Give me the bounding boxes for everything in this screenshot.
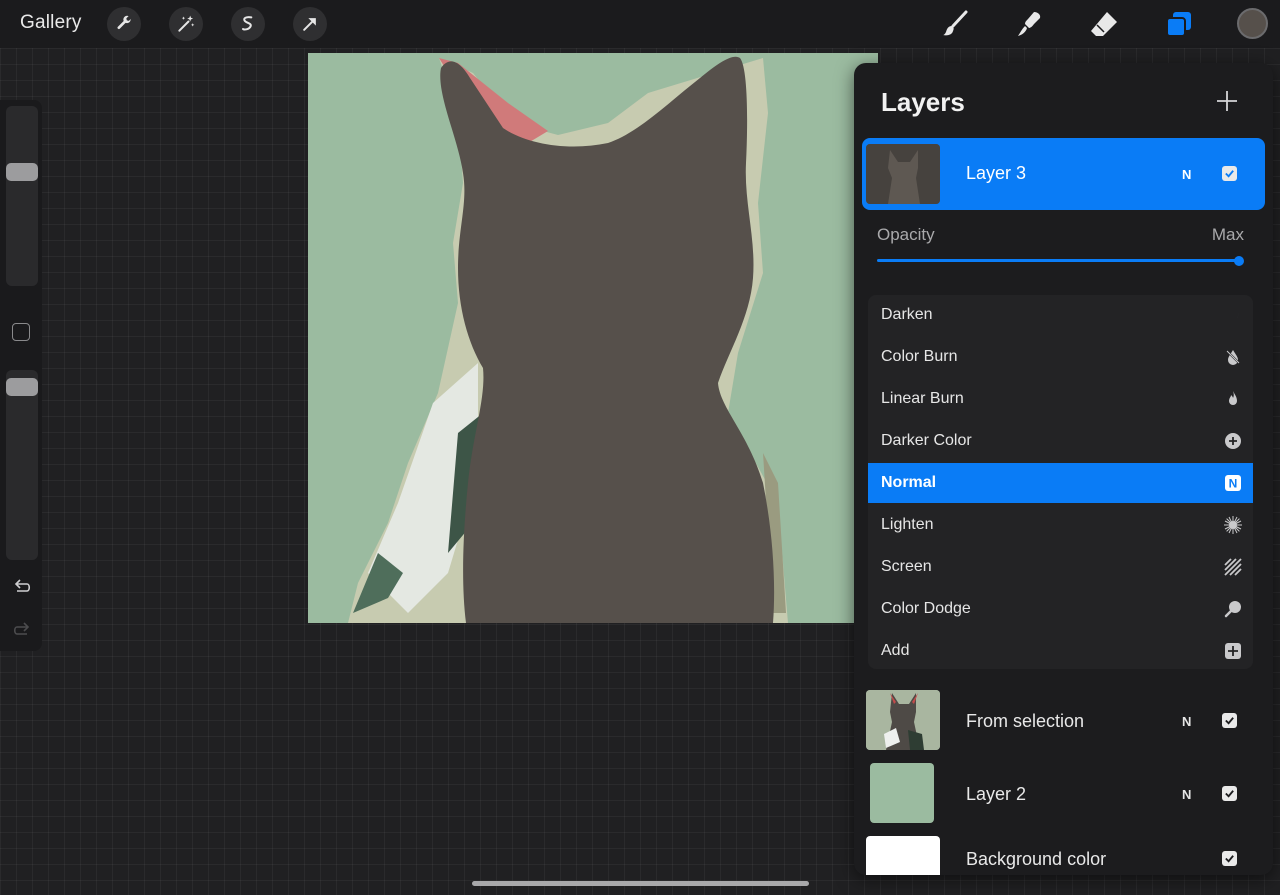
plus-square-icon: [1225, 643, 1241, 659]
selection-button[interactable]: [231, 7, 265, 41]
blend-mode-lighten[interactable]: Lighten: [868, 505, 1253, 545]
blend-mode-label: Normal: [881, 474, 937, 491]
actions-button[interactable]: [107, 7, 141, 41]
layers-icon: [1166, 12, 1191, 37]
sun-burst-icon: [1224, 516, 1242, 534]
layer-blend-mode-button[interactable]: N: [1182, 787, 1191, 802]
layers-panel: Layers Layer 3 N Opacity Max Darken Colo…: [854, 63, 1273, 875]
blend-mode-label: Darker Color: [881, 432, 972, 449]
drawing-canvas[interactable]: [308, 53, 878, 623]
brush-opacity-thumb[interactable]: [6, 378, 38, 396]
opacity-slider[interactable]: [877, 259, 1239, 262]
smudge-tool[interactable]: [1011, 6, 1047, 42]
layer-row-from-selection[interactable]: From selection N: [862, 687, 1265, 753]
gallery-button[interactable]: Gallery: [20, 12, 82, 34]
eraser-tool[interactable]: [1086, 6, 1122, 42]
opacity-slider-thumb[interactable]: [1234, 256, 1244, 266]
undo-icon[interactable]: [11, 576, 33, 598]
home-indicator[interactable]: [472, 881, 809, 886]
moon-icon: [1227, 308, 1239, 321]
magic-wand-icon: [178, 15, 195, 32]
cat-silhouette-thumbnail: [866, 144, 940, 204]
brush-tool[interactable]: [937, 6, 973, 42]
layer-thumbnail: [866, 836, 940, 875]
smudge-icon: [1018, 12, 1041, 36]
layer-visibility-checkbox[interactable]: [1222, 786, 1237, 801]
brush-size-slider[interactable]: [6, 106, 38, 286]
eraser-icon: [1091, 12, 1117, 36]
layer-name: Background color: [966, 849, 1107, 869]
layer-name: Layer 3: [966, 163, 1027, 183]
layer-name: Layer 2: [966, 784, 1027, 804]
dodge-icon: [1224, 601, 1241, 618]
blend-mode-linear-burn[interactable]: Linear Burn: [868, 379, 1253, 419]
blend-mode-color-dodge[interactable]: Color Dodge: [868, 589, 1253, 629]
blend-mode-label: Linear Burn: [881, 390, 964, 407]
checkmark-icon: [1225, 790, 1234, 798]
layer-thumbnail: [866, 144, 940, 204]
layer-visibility-checkbox[interactable]: [1222, 851, 1237, 866]
blend-mode-color-burn[interactable]: Color Burn: [868, 337, 1253, 377]
blend-mode-darken[interactable]: Darken: [868, 295, 1253, 335]
layer-thumbnail: [866, 690, 940, 750]
layer-row-active[interactable]: Layer 3 N: [862, 138, 1265, 210]
layer-visibility-checkbox[interactable]: [1222, 166, 1237, 181]
transform-button[interactable]: [293, 7, 327, 41]
layer-name: From selection: [966, 711, 1085, 731]
brush-size-thumb[interactable]: [6, 163, 38, 181]
add-layer-icon[interactable]: [1215, 89, 1239, 113]
transform-arrow-icon: [303, 18, 316, 31]
svg-text:N: N: [1229, 477, 1238, 491]
checkmark-icon: [1225, 170, 1234, 178]
checkmark-icon: [1225, 855, 1234, 863]
cat-photo-thumbnail: [866, 690, 940, 750]
burn-drop-icon: [1226, 350, 1240, 365]
checkmark-icon: [1225, 717, 1234, 725]
layer-blend-mode-button[interactable]: N: [1182, 167, 1191, 182]
left-sidebar: [0, 100, 42, 651]
blend-mode-list: Darken Color Burn Linear Burn Darker Col…: [868, 295, 1253, 669]
blend-mode-darker-color[interactable]: Darker Color: [868, 421, 1253, 461]
blend-mode-label: Add: [881, 642, 910, 659]
layers-panel-title: Layers: [881, 87, 965, 117]
blend-mode-label: Darken: [881, 306, 933, 323]
brush-icon: [943, 10, 968, 36]
blend-mode-screen[interactable]: Screen: [868, 547, 1253, 587]
blend-mode-label: Color Dodge: [881, 600, 971, 617]
layer-visibility-checkbox[interactable]: [1222, 713, 1237, 728]
blend-mode-add[interactable]: Add: [868, 631, 1253, 671]
blend-mode-label: Color Burn: [881, 348, 958, 365]
modify-button[interactable]: [12, 323, 30, 341]
wrench-icon: [117, 15, 132, 30]
brush-opacity-slider[interactable]: [6, 370, 38, 560]
plus-circle-icon: [1225, 433, 1241, 449]
blend-mode-label: Screen: [881, 558, 932, 575]
opacity-label: Opacity: [877, 225, 935, 244]
n-badge-icon: N: [1225, 475, 1241, 491]
flame-icon: [1229, 391, 1237, 405]
layer-thumbnail: [870, 763, 934, 823]
layer-row-background-color[interactable]: Background color: [862, 833, 1265, 875]
cat-artwork: [348, 56, 788, 623]
screen-hatch-icon: [1224, 558, 1242, 576]
color-picker-button[interactable]: [1237, 8, 1268, 39]
layer-row-layer-2[interactable]: Layer 2 N: [862, 760, 1265, 826]
selection-icon: [242, 16, 253, 31]
blend-mode-label: Lighten: [881, 516, 934, 533]
top-toolbar: Gallery: [0, 0, 1280, 48]
layer-blend-mode-button[interactable]: N: [1182, 714, 1191, 729]
blend-mode-normal[interactable]: Normal N: [868, 463, 1253, 503]
redo-icon[interactable]: [11, 619, 33, 641]
layers-tool[interactable]: [1161, 6, 1197, 42]
opacity-value: Max: [1211, 225, 1244, 244]
adjustments-button[interactable]: [169, 7, 203, 41]
